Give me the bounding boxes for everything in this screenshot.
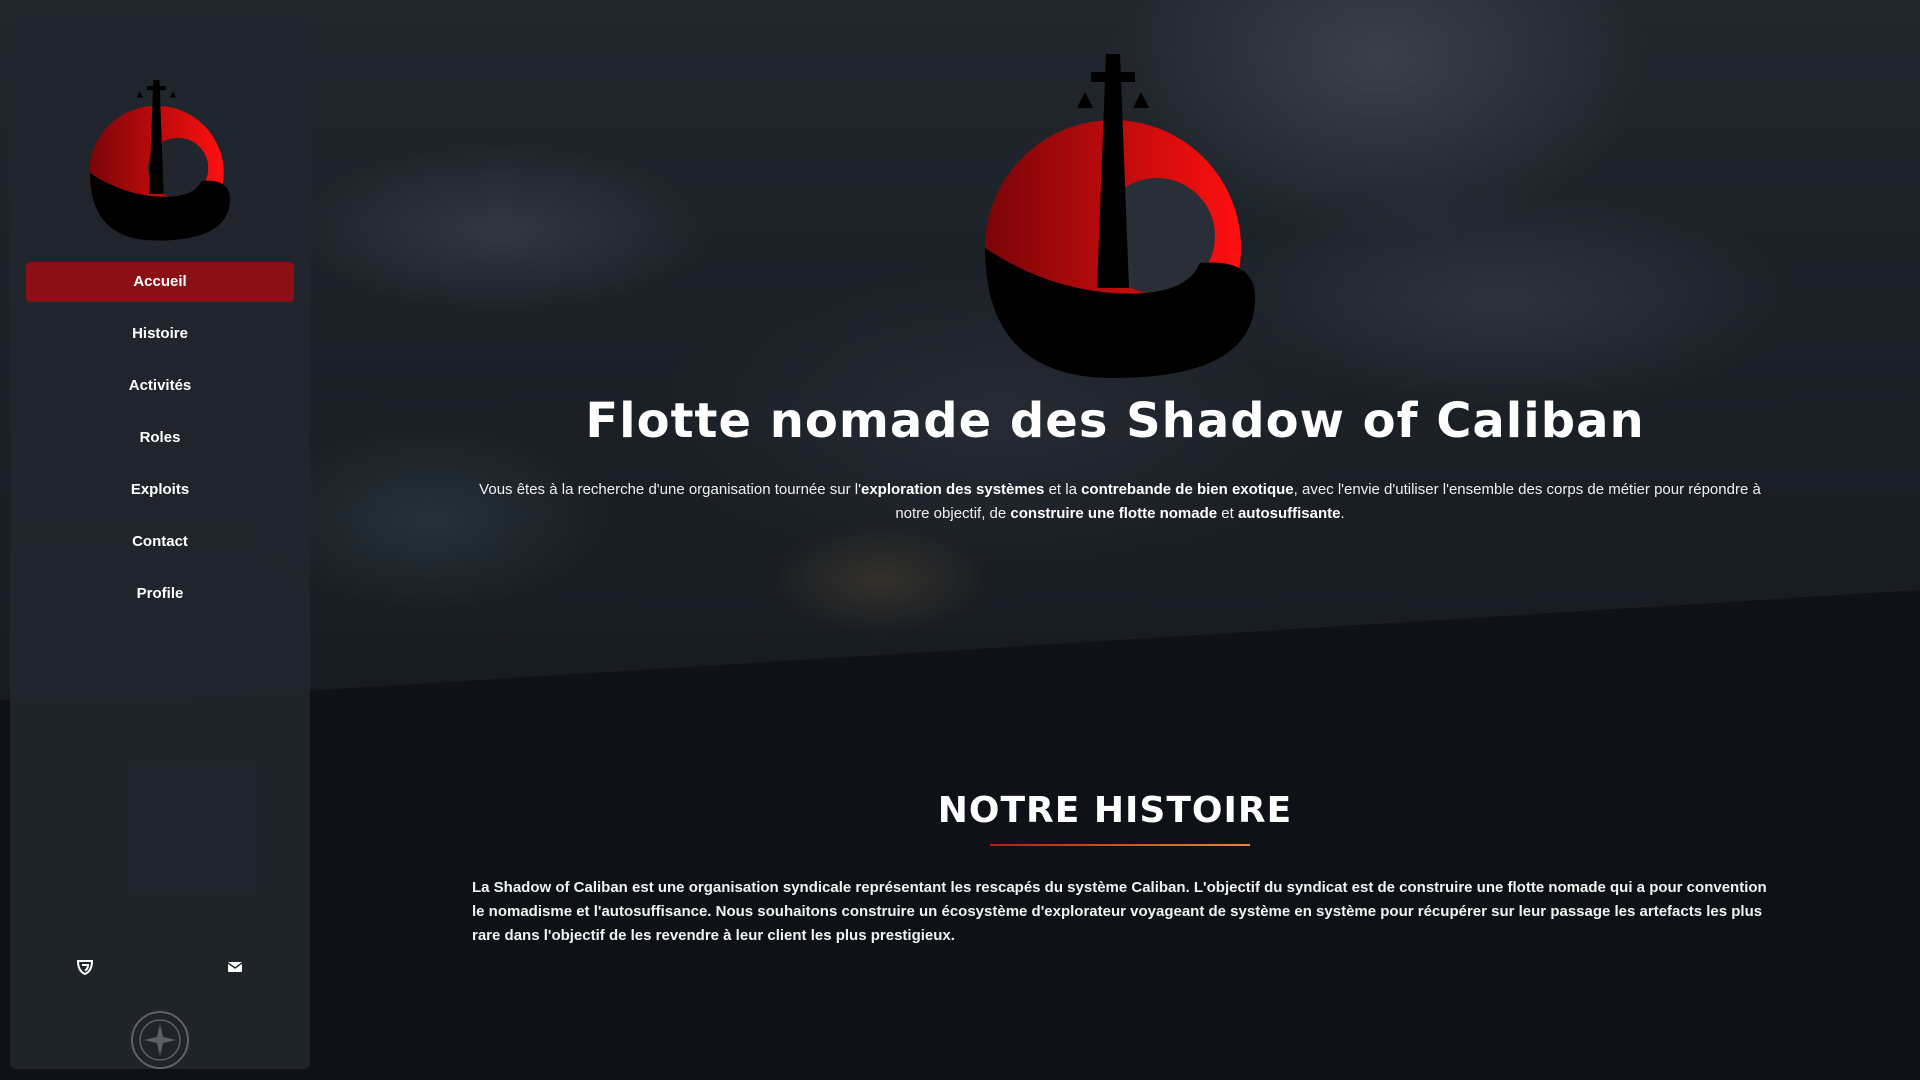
histoire-title-underline (990, 844, 1250, 846)
main-nav: Accueil Histoire Activités Roles Exploit… (26, 262, 294, 626)
hero-description: Vous êtes à la recherche d'une organisat… (479, 481, 1761, 522)
hero-title: Flotte nomade des Shadow of Caliban (585, 393, 1645, 449)
guilded-icon[interactable] (76, 958, 94, 976)
sidebar-footer-links (10, 958, 310, 982)
nav-histoire[interactable]: Histoire (26, 314, 294, 354)
envelope-icon[interactable] (226, 958, 244, 976)
nav-profile[interactable]: Profile (26, 574, 294, 614)
histoire-title: NOTRE HISTOIRE (937, 790, 1293, 831)
caliban-hero-logo-icon (985, 54, 1255, 378)
nav-roles[interactable]: Roles (26, 418, 294, 458)
caliban-logo-icon[interactable] (90, 60, 230, 250)
made-by-community-badge-icon (131, 1011, 189, 1069)
nav-accueil[interactable]: Accueil (26, 262, 294, 302)
sidebar: Accueil Histoire Activités Roles Exploit… (10, 10, 310, 1069)
nav-activites[interactable]: Activités (26, 366, 294, 406)
nav-exploits[interactable]: Exploits (26, 470, 294, 510)
histoire-text: La Shadow of Caliban est une organisatio… (472, 879, 1767, 944)
page: Accueil Histoire Activités Roles Exploit… (0, 0, 1920, 1080)
nav-contact[interactable]: Contact (26, 522, 294, 562)
